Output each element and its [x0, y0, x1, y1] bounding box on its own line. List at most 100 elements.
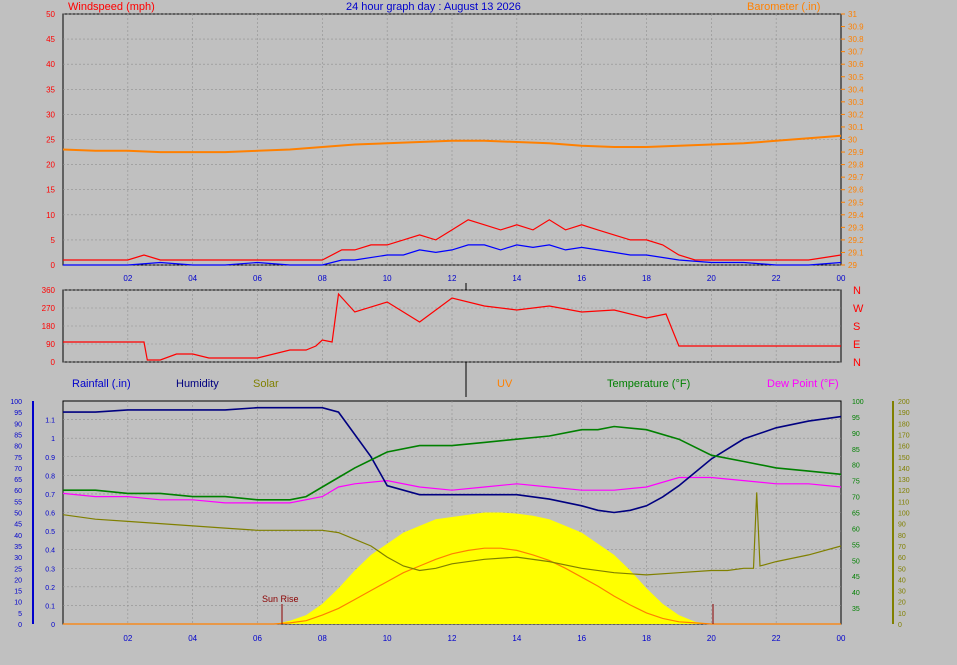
conditions-x-tick: 08	[318, 634, 327, 643]
baro-y-tick: 29.5	[848, 198, 864, 207]
humidity-y-tick: 65	[14, 477, 22, 484]
wind-y-tick: 50	[46, 10, 55, 19]
solar-y-tick: 30	[898, 589, 906, 596]
dir-compass-label: N	[853, 357, 861, 369]
solar-y-tick: 200	[898, 399, 910, 406]
conditions-x-tick: 20	[707, 634, 716, 643]
baro-y-tick: 30.5	[848, 73, 864, 82]
baro-y-tick: 30.6	[848, 60, 864, 69]
conditions-x-tick: 00	[837, 634, 846, 643]
temperature-y-tick: 50	[852, 558, 860, 565]
humidity-y-tick: 50	[14, 511, 22, 518]
solar-y-tick: 160	[898, 444, 910, 451]
rainfall-y-tick: 0.1	[45, 603, 55, 610]
baro-y-tick: 30.1	[848, 123, 864, 132]
temperature-y-tick: 70	[852, 495, 860, 502]
solar-y-tick: 50	[898, 566, 906, 573]
dir-y-tick: 0	[51, 358, 56, 367]
solar-y-tick: 80	[898, 533, 906, 540]
humidity-y-tick: 80	[14, 444, 22, 451]
solar-y-tick: 70	[898, 544, 906, 551]
weather-graph-svg: 051015202530354045502929.129.229.329.429…	[0, 0, 957, 660]
baro-y-tick: 30.9	[848, 23, 864, 32]
legend-dewpoint: Dew Point (°F)	[767, 378, 839, 390]
conditions-x-tick: 22	[772, 634, 781, 643]
wind-x-tick: 04	[188, 274, 197, 283]
solar-y-tick: 0	[898, 622, 902, 629]
rainfall-y-tick: 1	[51, 436, 55, 443]
wind-y-tick: 40	[46, 60, 55, 69]
baro-y-tick: 29.7	[848, 173, 864, 182]
humidity-y-tick: 85	[14, 432, 22, 439]
baro-y-tick: 30.2	[848, 110, 864, 119]
temperature-y-tick: 35	[852, 606, 860, 613]
humidity-y-tick: 25	[14, 566, 22, 573]
baro-y-tick: 30	[848, 136, 857, 145]
wind-y-tick: 30	[46, 110, 55, 119]
dir-y-tick: 270	[42, 304, 56, 313]
wind-x-tick: 16	[577, 274, 586, 283]
temperature-y-tick: 75	[852, 479, 860, 486]
baro-y-tick: 29.6	[848, 186, 864, 195]
dir-compass-label: E	[853, 339, 860, 351]
dir-y-tick: 180	[42, 322, 56, 331]
humidity-y-tick: 90	[14, 421, 22, 428]
humidity-y-tick: 55	[14, 499, 22, 506]
temperature-y-tick: 80	[852, 463, 860, 470]
humidity-y-tick: 95	[14, 410, 22, 417]
wind-y-tick: 20	[46, 161, 55, 170]
temperature-y-tick: 100	[852, 399, 864, 406]
baro-y-tick: 31	[848, 10, 857, 19]
baro-y-tick: 29.2	[848, 236, 864, 245]
dir-y-tick: 90	[46, 340, 55, 349]
conditions-x-tick: 18	[642, 634, 651, 643]
dir-compass-label: W	[853, 303, 864, 315]
solar-y-tick: 60	[898, 555, 906, 562]
temperature-y-tick: 55	[852, 542, 860, 549]
wind-x-tick: 06	[253, 274, 262, 283]
conditions-x-tick: 06	[253, 634, 262, 643]
legend-solar: Solar	[253, 378, 279, 390]
baro-y-tick: 30.3	[848, 98, 864, 107]
temperature-y-tick: 85	[852, 447, 860, 454]
wind-x-tick: 22	[772, 274, 781, 283]
solar-y-tick: 150	[898, 455, 910, 462]
humidity-y-tick: 10	[14, 600, 22, 607]
humidity-y-tick: 35	[14, 544, 22, 551]
humidity-y-tick: 70	[14, 466, 22, 473]
chart-title: 24 hour graph day : August 13 2026	[346, 1, 521, 13]
solar-y-tick: 140	[898, 466, 910, 473]
rainfall-y-tick: 1.1	[45, 418, 55, 425]
wind-x-tick: 08	[318, 274, 327, 283]
baro-y-tick: 29.3	[848, 223, 864, 232]
wind-x-tick: 10	[383, 274, 392, 283]
rainfall-y-tick: 0.4	[45, 548, 55, 555]
rainfall-y-tick: 0.8	[45, 473, 55, 480]
solar-y-tick: 90	[898, 522, 906, 529]
solar-y-tick: 130	[898, 477, 910, 484]
baro-y-tick: 30.4	[848, 85, 864, 94]
rainfall-y-tick: 0.3	[45, 566, 55, 573]
conditions-x-tick: 14	[512, 634, 521, 643]
rainfall-y-tick: 0.5	[45, 529, 55, 536]
dir-compass-label: S	[853, 321, 860, 333]
legend-rainfall: Rainfall (.in)	[72, 378, 131, 390]
solar-y-tick: 20	[898, 600, 906, 607]
wind-y-tick: 0	[51, 261, 56, 270]
wind-x-tick: 14	[512, 274, 521, 283]
humidity-y-tick: 75	[14, 455, 22, 462]
wind-y-tick: 15	[46, 186, 55, 195]
conditions-x-tick: 16	[577, 634, 586, 643]
solar-y-tick: 10	[898, 611, 906, 618]
baro-y-tick: 29.4	[848, 211, 864, 220]
wind-y-tick: 45	[46, 35, 55, 44]
legend-humidity: Humidity	[176, 378, 219, 390]
solar-y-tick: 170	[898, 432, 910, 439]
rainfall-y-tick: 0.9	[45, 455, 55, 462]
temperature-y-tick: 95	[852, 415, 860, 422]
rainfall-y-tick: 0.7	[45, 492, 55, 499]
wind-y-tick: 25	[46, 136, 55, 145]
windspeed-axis-title: Windspeed (mph)	[68, 1, 155, 13]
humidity-y-tick: 5	[18, 611, 22, 618]
status-strip	[0, 652, 957, 660]
